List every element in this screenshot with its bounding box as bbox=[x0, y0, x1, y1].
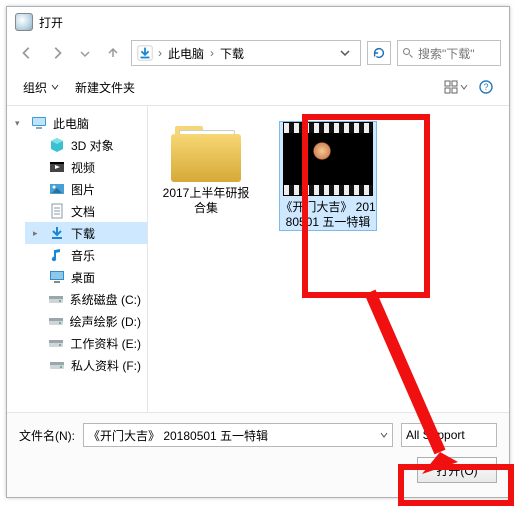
search-placeholder: 搜索"下载" bbox=[418, 45, 475, 62]
search-input[interactable]: 搜索"下载" bbox=[397, 40, 501, 66]
caret-down-icon[interactable] bbox=[380, 428, 388, 442]
tree-item-label: 工作资料 (E:) bbox=[70, 335, 141, 352]
caret-down-icon bbox=[51, 83, 59, 91]
address-bar: › 此电脑 › 下载 搜索"下载" bbox=[7, 37, 509, 69]
drive-icon bbox=[48, 335, 64, 351]
new-folder-button[interactable]: 新建文件夹 bbox=[69, 75, 141, 100]
expand-icon[interactable]: ▸ bbox=[33, 228, 43, 239]
filetype-value: All Support bbox=[406, 428, 492, 442]
breadcrumb-dropdown-icon[interactable] bbox=[334, 42, 356, 64]
drive-icon bbox=[48, 313, 64, 329]
refresh-button[interactable] bbox=[367, 41, 391, 65]
tree-item[interactable]: 文档 bbox=[25, 200, 147, 222]
body: ▾ 此电脑 3D 对象视频图片文档 ▸ 下载音乐桌面系统磁盘 (C:) 绘声绘影 (D… bbox=[7, 106, 509, 412]
tree-item-label: 图片 bbox=[71, 181, 95, 198]
tree-item-label: 3D 对象 bbox=[71, 137, 114, 154]
monitor-icon bbox=[31, 115, 47, 131]
video-thumb-icon bbox=[283, 122, 373, 196]
recent-locations-button[interactable] bbox=[75, 41, 95, 65]
help-button[interactable]: ? bbox=[473, 74, 499, 100]
video-icon bbox=[49, 159, 65, 175]
drive-icon bbox=[49, 357, 65, 373]
breadcrumb-downloads[interactable]: 下载 bbox=[218, 45, 246, 62]
tree-item[interactable]: ▸ 下载 bbox=[25, 222, 147, 244]
collapse-icon[interactable]: ▾ bbox=[15, 118, 25, 129]
item-label: 2017上半年研报合集 bbox=[158, 186, 254, 216]
window-title: 打开 bbox=[39, 14, 63, 31]
breadcrumb[interactable]: › 此电脑 › 下载 bbox=[131, 40, 361, 66]
file-list[interactable]: 2017上半年研报合集《开门大吉》 20180501 五一特辑 bbox=[148, 106, 509, 412]
search-icon bbox=[402, 47, 414, 59]
organize-button[interactable]: 组织 bbox=[17, 75, 65, 100]
filename-label: 文件名(N): bbox=[19, 427, 75, 444]
tree-item-label: 音乐 bbox=[71, 247, 95, 264]
open-button[interactable]: 打开(O) bbox=[417, 457, 497, 483]
folder-icon bbox=[171, 126, 241, 182]
tree-item[interactable]: 系统磁盘 (C:) bbox=[25, 288, 147, 310]
forward-button[interactable] bbox=[45, 41, 69, 65]
tree-item-label: 下载 bbox=[71, 225, 95, 242]
video-item[interactable]: 《开门大吉》 20180501 五一特辑 bbox=[280, 122, 376, 230]
tree-item-label: 绘声绘影 (D:) bbox=[70, 313, 141, 330]
tree-label: 此电脑 bbox=[53, 115, 89, 132]
music-icon bbox=[49, 247, 65, 263]
tree-item-label: 私人资料 (F:) bbox=[71, 357, 141, 374]
chevron-right-icon: › bbox=[158, 46, 162, 60]
caret-down-icon bbox=[460, 83, 468, 91]
filename-combo[interactable]: 《开门大吉》 20180501 五一特辑 bbox=[83, 423, 393, 447]
tree-item-label: 系统磁盘 (C:) bbox=[70, 291, 141, 308]
tree-item[interactable]: 工作资料 (E:) bbox=[25, 332, 147, 354]
navigation-tree[interactable]: ▾ 此电脑 3D 对象视频图片文档 ▸ 下载音乐桌面系统磁盘 (C:) 绘声绘影 (D… bbox=[7, 106, 148, 412]
tree-this-pc[interactable]: ▾ 此电脑 bbox=[7, 112, 147, 134]
item-label: 《开门大吉》 20180501 五一特辑 bbox=[280, 200, 376, 230]
tree-item-label: 视频 bbox=[71, 159, 95, 176]
cube-icon bbox=[49, 137, 65, 153]
tree-item[interactable]: 私人资料 (F:) bbox=[25, 354, 147, 376]
tree-item[interactable]: 音乐 bbox=[25, 244, 147, 266]
svg-text:?: ? bbox=[483, 82, 488, 92]
chevron-right-icon: › bbox=[210, 46, 214, 60]
back-button[interactable] bbox=[15, 41, 39, 65]
breadcrumb-this-pc[interactable]: 此电脑 bbox=[166, 45, 206, 62]
download-icon bbox=[49, 225, 65, 241]
desktop-icon bbox=[49, 269, 65, 285]
image-icon bbox=[49, 181, 65, 197]
bottom-bar: 文件名(N): 《开门大吉》 20180501 五一特辑 All Support… bbox=[7, 412, 509, 497]
toolbar: 组织 新建文件夹 ? bbox=[7, 69, 509, 106]
up-button[interactable] bbox=[101, 41, 125, 65]
tree-item[interactable]: 桌面 bbox=[25, 266, 147, 288]
app-icon bbox=[15, 13, 33, 31]
tree-item[interactable]: 视频 bbox=[25, 156, 147, 178]
tree-item-label: 桌面 bbox=[71, 269, 95, 286]
filetype-combo[interactable]: All Support bbox=[401, 423, 497, 447]
tree-item[interactable]: 绘声绘影 (D:) bbox=[25, 310, 147, 332]
tree-item[interactable]: 图片 bbox=[25, 178, 147, 200]
drive-icon bbox=[48, 291, 64, 307]
view-options-button[interactable] bbox=[443, 74, 469, 100]
open-file-dialog: 打开 › 此电脑 › 下载 bbox=[6, 6, 510, 498]
tree-item[interactable]: 3D 对象 bbox=[25, 134, 147, 156]
titlebar: 打开 bbox=[7, 7, 509, 37]
folder-item[interactable]: 2017上半年研报合集 bbox=[158, 122, 254, 216]
filename-value: 《开门大吉》 20180501 五一特辑 bbox=[88, 427, 376, 444]
tree-item-label: 文档 bbox=[71, 203, 95, 220]
doc-icon bbox=[49, 203, 65, 219]
download-arrow-icon bbox=[136, 44, 154, 62]
